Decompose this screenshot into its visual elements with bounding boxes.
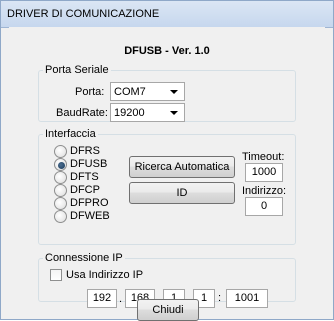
address-field[interactable]: 0 — [245, 197, 283, 216]
auto-search-button[interactable]: Ricerca Automatica — [129, 156, 235, 178]
radio-label: DFUSB — [70, 158, 108, 170]
radio-label: DFTS — [70, 171, 99, 183]
port-value: COM7 — [114, 86, 146, 98]
window-title: DRIVER DI COMUNICAZIONE — [7, 8, 160, 20]
radio-circle — [54, 210, 67, 223]
baud-select[interactable]: 19200 — [110, 103, 185, 122]
close-button[interactable]: Chiudi — [137, 299, 199, 321]
ip-port-separator: : — [218, 292, 222, 304]
baud-label: BaudRate: — [56, 107, 108, 119]
ip-dot-separator: . — [119, 293, 123, 305]
app-title: DFUSB - Ver. 1.0 — [124, 45, 210, 57]
use-ip-label: Usa Indirizzo IP — [66, 269, 144, 281]
address-label: Indirizzo: — [242, 185, 287, 197]
ip-octet-1[interactable]: 192 — [87, 289, 117, 308]
client-area: DFUSB - Ver. 1.0 Porta Seriale Porta: CO… — [9, 27, 325, 321]
chevron-down-icon — [170, 90, 178, 94]
title-bar: DRIVER DI COMUNICAZIONE — [1, 1, 333, 28]
ip-port-field[interactable]: 1001 — [226, 289, 268, 308]
radio-circle — [54, 197, 67, 210]
use-ip-checkbox[interactable] — [50, 269, 62, 281]
port-label: Porta: — [75, 86, 105, 98]
radio-circle — [54, 158, 67, 171]
radio-label: DFWEB — [70, 210, 110, 222]
driver-window: DRIVER DI COMUNICAZIONE DFUSB - Ver. 1.0… — [0, 0, 334, 321]
timeout-field[interactable]: 1000 — [245, 163, 283, 182]
serial-group-label: Porta Seriale — [45, 64, 109, 76]
radio-circle — [54, 145, 67, 158]
radio-circle — [54, 184, 67, 197]
radio-label: DFCP — [70, 184, 100, 196]
ip-group-label: Connessione IP — [45, 252, 123, 264]
interface-group-label: Interfaccia — [45, 128, 96, 140]
port-select[interactable]: COM7 — [110, 82, 185, 101]
radio-label: DFPRO — [70, 197, 109, 209]
radio-selected-dot — [58, 162, 65, 169]
baud-value: 19200 — [114, 107, 145, 119]
timeout-label: Timeout: — [242, 151, 285, 163]
id-button[interactable]: ID — [129, 182, 235, 204]
radio-label: DFRS — [70, 145, 100, 157]
radio-circle — [54, 171, 67, 184]
chevron-down-icon — [170, 111, 178, 115]
